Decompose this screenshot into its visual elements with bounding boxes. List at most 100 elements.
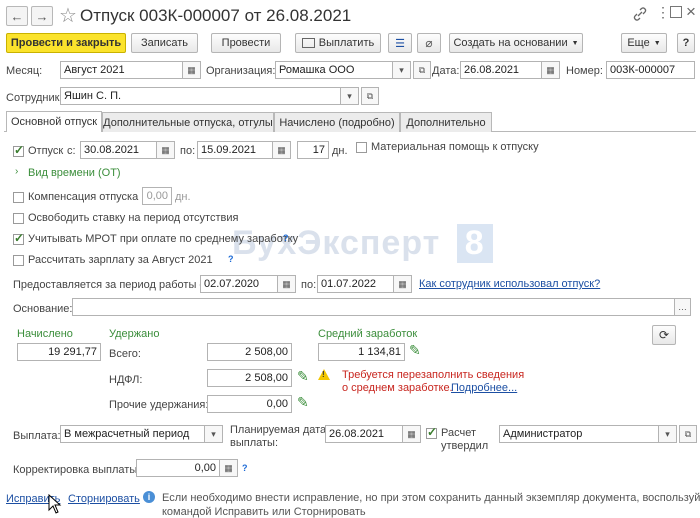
watermark-digit-box: 8 bbox=[456, 224, 493, 263]
back-button[interactable]: ← bbox=[6, 6, 28, 26]
forward-button[interactable]: → bbox=[31, 6, 53, 26]
organization-dropdown[interactable]: ▾ bbox=[393, 61, 411, 79]
vacation-days-field[interactable]: 17 bbox=[297, 141, 329, 159]
open-link-icon: ⧉ bbox=[684, 428, 692, 439]
payout-select[interactable]: В межрасчетный период bbox=[60, 425, 205, 443]
planned-date-calendar[interactable]: ▦ bbox=[403, 425, 421, 443]
mrot-label: Учитывать МРОТ при оплате по среднему за… bbox=[28, 233, 299, 245]
other-withholdings-label: Прочие удержания: bbox=[109, 399, 209, 411]
work-to-calendar[interactable]: ▦ bbox=[394, 275, 412, 293]
total-field[interactable]: 2 508,00 bbox=[207, 343, 292, 361]
compensation-days-field[interactable]: 0,00 bbox=[142, 187, 172, 205]
vacation-to-calendar[interactable]: ▦ bbox=[273, 141, 291, 159]
month-field[interactable]: Август 2021 bbox=[60, 61, 183, 79]
tab-additional-vacations[interactable]: Дополнительные отпуска, отгулы bbox=[102, 112, 274, 132]
approved-label-2: утвердил bbox=[441, 440, 489, 452]
other-withholdings-field[interactable]: 0,00 bbox=[207, 395, 292, 413]
organization-label: Организация: bbox=[206, 65, 276, 77]
vacation-from-field[interactable]: 30.08.2021 bbox=[80, 141, 157, 159]
tab-main-vacation[interactable]: Основной отпуск bbox=[6, 111, 102, 132]
employee-open-button[interactable]: ⧉ bbox=[361, 87, 379, 105]
post-and-close-button[interactable]: Провести и закрыть bbox=[6, 33, 126, 53]
material-aid-checkbox[interactable] bbox=[356, 142, 367, 153]
tab-accrued-detailed[interactable]: Начислено (подробно) bbox=[274, 112, 400, 132]
refresh-button[interactable]: ⟳ bbox=[652, 325, 676, 345]
accrued-field[interactable]: 19 291,77 bbox=[17, 343, 101, 361]
warning-more-link[interactable]: Подробнее... bbox=[451, 382, 517, 394]
work-to-label: по: bbox=[301, 279, 317, 291]
time-type-toggle[interactable]: Вид времени (ОТ) bbox=[28, 167, 121, 179]
employee-field[interactable]: Яшин С. П. bbox=[60, 87, 341, 105]
compensation-days-unit: дн. bbox=[175, 191, 191, 203]
organization-open-button[interactable]: ⧉ bbox=[413, 61, 431, 79]
organization-field[interactable]: Ромашка ООО bbox=[275, 61, 393, 79]
create-based-on-button[interactable]: Создать на основании ▼ bbox=[449, 33, 583, 53]
vacation-label: Отпуск bbox=[28, 145, 64, 157]
maximize-icon[interactable] bbox=[670, 6, 682, 18]
compensation-label: Компенсация отпуска bbox=[28, 191, 139, 203]
chevron-down-icon: ▾ bbox=[347, 90, 352, 101]
vacation-from-calendar[interactable]: ▦ bbox=[157, 141, 175, 159]
mouse-cursor-icon bbox=[48, 493, 62, 517]
correction-help-icon[interactable]: ? bbox=[242, 463, 248, 473]
calendar-icon: ▦ bbox=[398, 278, 407, 289]
help-button[interactable]: ? bbox=[677, 33, 695, 53]
edit-average-pencil-icon[interactable]: ✎ bbox=[409, 342, 421, 359]
save-button[interactable]: Записать bbox=[131, 33, 198, 53]
work-from-field[interactable]: 02.07.2020 bbox=[200, 275, 278, 293]
tab-additional[interactable]: Дополнительно bbox=[400, 112, 492, 132]
vacation-checkbox[interactable] bbox=[13, 143, 24, 157]
approved-by-dropdown[interactable]: ▾ bbox=[659, 425, 677, 443]
more-icon[interactable]: ⋮ bbox=[656, 4, 670, 21]
paperclip-icon: ⌀ bbox=[425, 36, 433, 50]
average-earnings-field[interactable]: 1 134,81 bbox=[318, 343, 405, 361]
compensation-checkbox[interactable] bbox=[13, 192, 24, 203]
storno-link[interactable]: Сторнировать bbox=[68, 493, 140, 505]
mrot-help-icon[interactable]: ? bbox=[283, 233, 289, 243]
warning-icon-mark: ! bbox=[322, 370, 325, 379]
favorite-star-icon[interactable]: ☆ bbox=[59, 3, 77, 28]
average-earnings-header: Средний заработок bbox=[318, 328, 418, 340]
info-icon: i bbox=[143, 491, 155, 503]
vacation-to-field[interactable]: 15.09.2021 bbox=[197, 141, 273, 159]
mrot-checkbox[interactable] bbox=[13, 231, 24, 245]
month-label: Месяц: bbox=[6, 65, 43, 77]
correction-field[interactable]: 0,00 bbox=[136, 459, 220, 477]
report-button[interactable]: ☰ bbox=[388, 33, 412, 53]
date-field[interactable]: 26.08.2021 bbox=[460, 61, 542, 79]
approved-by-field[interactable]: Администратор bbox=[499, 425, 659, 443]
approved-checkbox[interactable] bbox=[426, 425, 437, 439]
calc-salary-checkbox[interactable] bbox=[13, 255, 24, 266]
employee-dropdown[interactable]: ▾ bbox=[341, 87, 359, 105]
ellipsis-icon: … bbox=[678, 302, 687, 312]
payout-label: Выплата: bbox=[13, 430, 61, 442]
link-icon[interactable] bbox=[632, 6, 648, 22]
close-icon[interactable]: × bbox=[686, 2, 696, 22]
date-calendar-button[interactable]: ▦ bbox=[542, 61, 560, 79]
days-unit: дн. bbox=[332, 145, 348, 157]
basis-label: Основание: bbox=[13, 303, 73, 315]
more-actions-button[interactable]: Еще ▼ bbox=[621, 33, 667, 53]
attachment-button[interactable]: ⌀ bbox=[417, 33, 441, 53]
number-field[interactable]: 003К-000007 bbox=[606, 61, 695, 79]
calc-salary-help-icon[interactable]: ? bbox=[228, 254, 234, 264]
work-to-field[interactable]: 01.07.2022 bbox=[317, 275, 394, 293]
create-based-on-label: Создать на основании bbox=[453, 37, 568, 49]
edit-other-pencil-icon[interactable]: ✎ bbox=[297, 394, 309, 411]
free-rate-checkbox[interactable] bbox=[13, 213, 24, 224]
work-from-calendar[interactable]: ▦ bbox=[278, 275, 296, 293]
chevron-right-icon[interactable]: › bbox=[15, 166, 18, 177]
planned-date-field[interactable]: 26.08.2021 bbox=[325, 425, 403, 443]
approved-by-open-button[interactable]: ⧉ bbox=[679, 425, 697, 443]
correction-calculator-button[interactable]: ▦ bbox=[220, 459, 238, 477]
ndfl-field[interactable]: 2 508,00 bbox=[207, 369, 292, 387]
month-calendar-button[interactable]: ▦ bbox=[183, 61, 201, 79]
payout-dropdown[interactable]: ▾ bbox=[205, 425, 223, 443]
post-button[interactable]: Провести bbox=[211, 33, 281, 53]
how-used-vacation-link[interactable]: Как сотрудник использовал отпуск? bbox=[419, 278, 600, 290]
pay-button-label: Выплатить bbox=[318, 37, 375, 49]
pay-button[interactable]: Выплатить bbox=[295, 33, 381, 53]
basis-field[interactable] bbox=[72, 298, 675, 316]
basis-select-button[interactable]: … bbox=[675, 298, 691, 316]
edit-ndfl-pencil-icon[interactable]: ✎ bbox=[297, 368, 309, 385]
